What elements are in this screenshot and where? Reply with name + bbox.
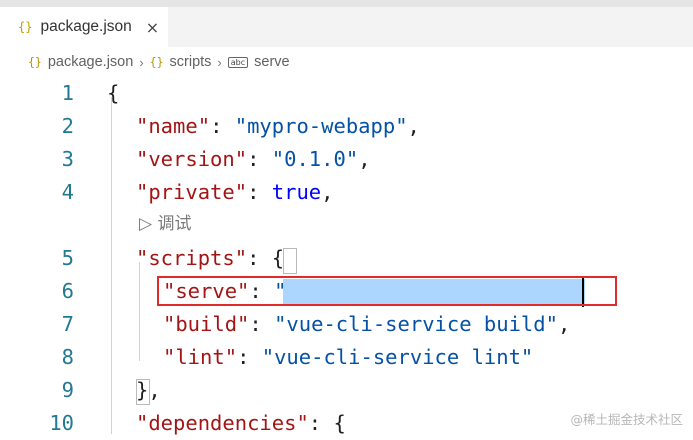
object-braces-icon: {}	[149, 55, 164, 69]
code-text: "build": "vue-cli-service build",	[163, 308, 570, 341]
line-number: 8	[61, 345, 74, 369]
code-token: :	[237, 345, 262, 369]
code-token: "build"	[163, 312, 250, 336]
code-line[interactable]: 8 "lint": "vue-cli-service lint"	[0, 341, 693, 374]
line-number: 5	[61, 246, 74, 270]
code-token: ,	[321, 180, 334, 204]
codelens-label: 调试	[157, 214, 192, 234]
line-number: 3	[61, 147, 74, 171]
highlight-box	[157, 276, 617, 306]
bracket-match	[283, 248, 297, 274]
string-icon: abc	[227, 56, 249, 68]
json-braces-icon: {}	[18, 20, 33, 34]
code-token: ,	[358, 147, 371, 171]
code-text: "dependencies": {	[136, 407, 346, 440]
breadcrumb-item-scripts[interactable]: {} scripts	[150, 54, 212, 70]
code-token: "private"	[136, 180, 248, 204]
breadcrumb-item-serve[interactable]: abc serve	[227, 54, 290, 70]
code-token: "mypro-webapp"	[234, 114, 408, 138]
code-token: "dependencies"	[136, 411, 309, 435]
code-token: "0.1.0"	[271, 147, 359, 171]
code-text: "version": "0.1.0",	[136, 143, 371, 176]
breadcrumb-file-label: package.json	[47, 54, 134, 70]
code-token: {	[333, 411, 346, 435]
code-line[interactable]: 2 "name": "mypro-webapp",	[0, 110, 693, 143]
indent-guide	[111, 97, 112, 434]
play-icon: ▷	[139, 214, 153, 234]
watermark: @稀土掘金技术社区	[570, 412, 683, 427]
breadcrumb-scripts-label: scripts	[169, 54, 212, 70]
breadcrumb-item-file[interactable]: {} package.json	[28, 54, 133, 70]
code-token: ,	[557, 312, 571, 336]
code-token: {	[107, 81, 120, 105]
code-line[interactable]: 7 "build": "vue-cli-service build",	[0, 308, 693, 341]
tab-package-json[interactable]: {} package.json ×	[0, 7, 168, 47]
code-line[interactable]: 1{	[0, 77, 693, 110]
code-line[interactable]: 5 "scripts": {	[0, 242, 693, 275]
tab-label: package.json	[40, 18, 132, 35]
line-number: 1	[61, 81, 74, 105]
code-line[interactable]: 3 "version": "0.1.0",	[0, 143, 693, 176]
line-number: 7	[61, 312, 74, 336]
code-token: "name"	[136, 114, 211, 138]
close-icon[interactable]: ×	[146, 18, 159, 37]
code-editor[interactable]: 10 "dependencies": {9}, 8 "lint": "vue-cli-…	[0, 77, 693, 435]
code-text: "private": true,	[136, 176, 334, 209]
code-token: :	[247, 147, 272, 171]
code-token: :	[308, 411, 334, 435]
line-number: 6	[61, 279, 74, 303]
line-number: 10	[49, 411, 74, 435]
code-token: "version"	[136, 147, 248, 171]
editor-tab-strip: {} package.json ×	[0, 7, 693, 47]
code-token: :	[247, 180, 272, 204]
code-text: {	[107, 77, 119, 110]
code-token: :	[249, 312, 275, 336]
bracket-match	[136, 379, 150, 405]
code-text: "lint": "vue-cli-service lint"	[163, 341, 533, 374]
code-token: "lint"	[163, 345, 238, 369]
indent-guide	[139, 262, 140, 361]
code-token: :	[210, 114, 235, 138]
debug-codelens[interactable]: ▷ 调试	[139, 208, 191, 241]
code-token: true	[271, 180, 322, 204]
breadcrumb-serve-label: serve	[254, 54, 290, 70]
breadcrumb: {} package.json › {} scripts › abc serve	[0, 47, 693, 77]
code-token: ,	[407, 114, 420, 138]
code-text: "scripts": {	[136, 242, 284, 275]
code-text: "name": "mypro-webapp",	[136, 110, 420, 143]
chevron-right-icon: ›	[139, 54, 144, 70]
line-number: 9	[61, 378, 74, 402]
code-token: "vue-cli-service build"	[274, 312, 558, 336]
code-token: ,	[148, 378, 161, 402]
title-bar-strip	[0, 0, 693, 7]
code-token: :	[247, 246, 272, 270]
chevron-right-icon: ›	[217, 54, 222, 70]
code-token: "vue-cli-service lint"	[261, 345, 534, 369]
line-number: 4	[61, 180, 74, 204]
json-braces-icon: {}	[28, 55, 42, 69]
code-line[interactable]: 4 "private": true,	[0, 176, 693, 209]
line-number: 2	[61, 114, 74, 138]
code-line[interactable]: 9},	[0, 374, 693, 407]
code-token: "scripts"	[136, 246, 248, 270]
